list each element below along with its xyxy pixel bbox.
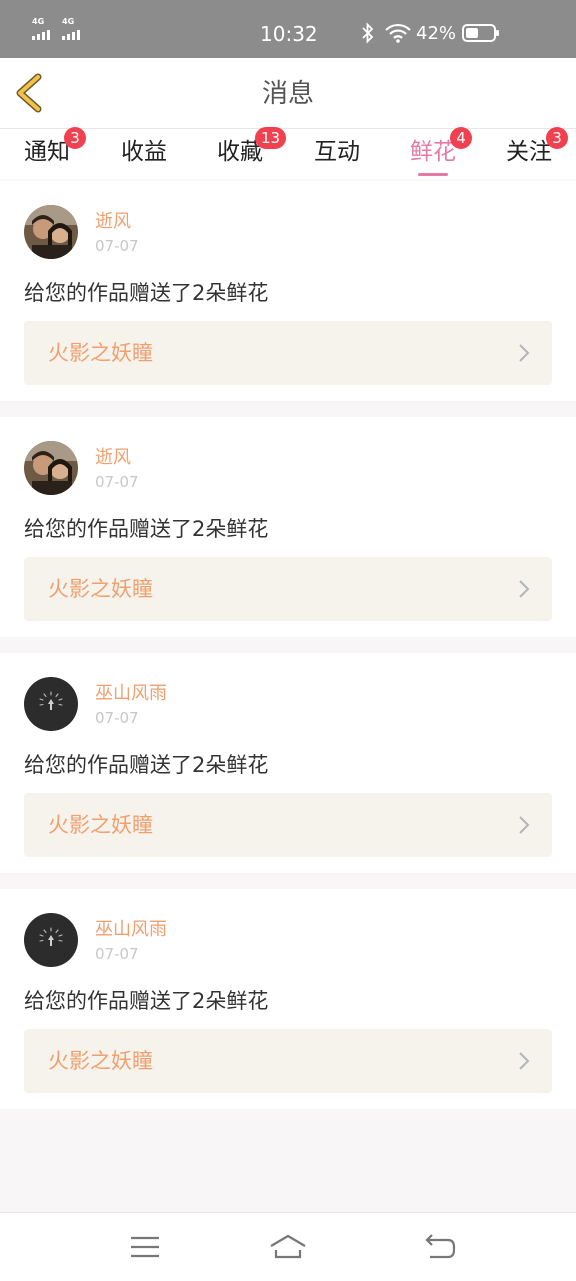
message-card: 巫山风雨 07-07 给您的作品赠送了2朵鲜花 火影之妖瞳 [0,653,576,873]
chevron-right-icon [519,1052,530,1070]
user-name[interactable]: 巫山风雨 [95,683,167,705]
wifi-icon [385,23,411,43]
avatar[interactable] [24,677,78,731]
work-link[interactable]: 火影之妖瞳 [24,1029,552,1093]
message-card: 逝风 07-07 给您的作品赠送了2朵鲜花 火影之妖瞳 [0,181,576,401]
chevron-right-icon [519,580,530,598]
message-card: 逝风 07-07 给您的作品赠送了2朵鲜花 火影之妖瞳 [0,417,576,637]
unread-badge: 13 [255,127,287,149]
message-date: 07-07 [95,945,139,963]
system-nav-bar [0,1212,576,1281]
tab-label: 收益 [121,139,167,165]
tab-label: 关注 [506,139,552,165]
work-title: 火影之妖瞳 [48,1049,153,1073]
user-name[interactable]: 逝风 [95,447,131,469]
work-link[interactable]: 火影之妖瞳 [24,793,552,857]
message-text: 给您的作品赠送了2朵鲜花 [24,281,269,305]
return-icon[interactable] [420,1231,460,1263]
tab-label: 鲜花 [410,139,456,165]
battery-percent: 42% [416,23,457,44]
tab-label: 通知 [24,139,70,165]
user-name[interactable]: 逝风 [95,211,131,233]
chevron-right-icon [519,344,530,362]
menu-icon[interactable] [125,1231,165,1263]
header: 消息 [0,58,576,129]
work-title: 火影之妖瞳 [48,341,153,365]
avatar[interactable] [24,205,78,259]
work-link[interactable]: 火影之妖瞳 [24,321,552,385]
work-title: 火影之妖瞳 [48,577,153,601]
unread-badge: 4 [450,127,472,149]
unread-badge: 3 [64,127,86,149]
message-date: 07-07 [95,709,139,727]
message-text: 给您的作品赠送了2朵鲜花 [24,753,269,777]
status-time: 10:32 [260,22,318,46]
unread-badge: 3 [546,127,568,149]
signal-icon: 4G [32,18,58,42]
tab-label: 互动 [314,139,360,165]
page-title: 消息 [261,79,314,109]
message-date: 07-07 [95,473,139,491]
signal-icon: 4G [62,18,88,42]
home-icon[interactable] [268,1231,308,1263]
message-text: 给您的作品赠送了2朵鲜花 [24,517,269,541]
battery-icon [462,24,499,42]
message-date: 07-07 [95,237,139,255]
message-text: 给您的作品赠送了2朵鲜花 [24,989,269,1013]
message-card: 巫山风雨 07-07 给您的作品赠送了2朵鲜花 火影之妖瞳 [0,889,576,1109]
bluetooth-icon [362,22,374,44]
tab-bar: 通知 3 收益 收藏 13 互动 鲜花 4 关注 3 [0,127,576,179]
chevron-right-icon [519,816,530,834]
status-bar: 4G 4G 10:32 42% [0,0,576,58]
work-title: 火影之妖瞳 [48,813,153,837]
active-tab-indicator [418,173,448,176]
avatar[interactable] [24,441,78,495]
user-name[interactable]: 巫山风雨 [95,919,167,941]
work-link[interactable]: 火影之妖瞳 [24,557,552,621]
avatar[interactable] [24,913,78,967]
message-list: 逝风 07-07 给您的作品赠送了2朵鲜花 火影之妖瞳 逝风 07-07 给您的… [0,181,576,1125]
